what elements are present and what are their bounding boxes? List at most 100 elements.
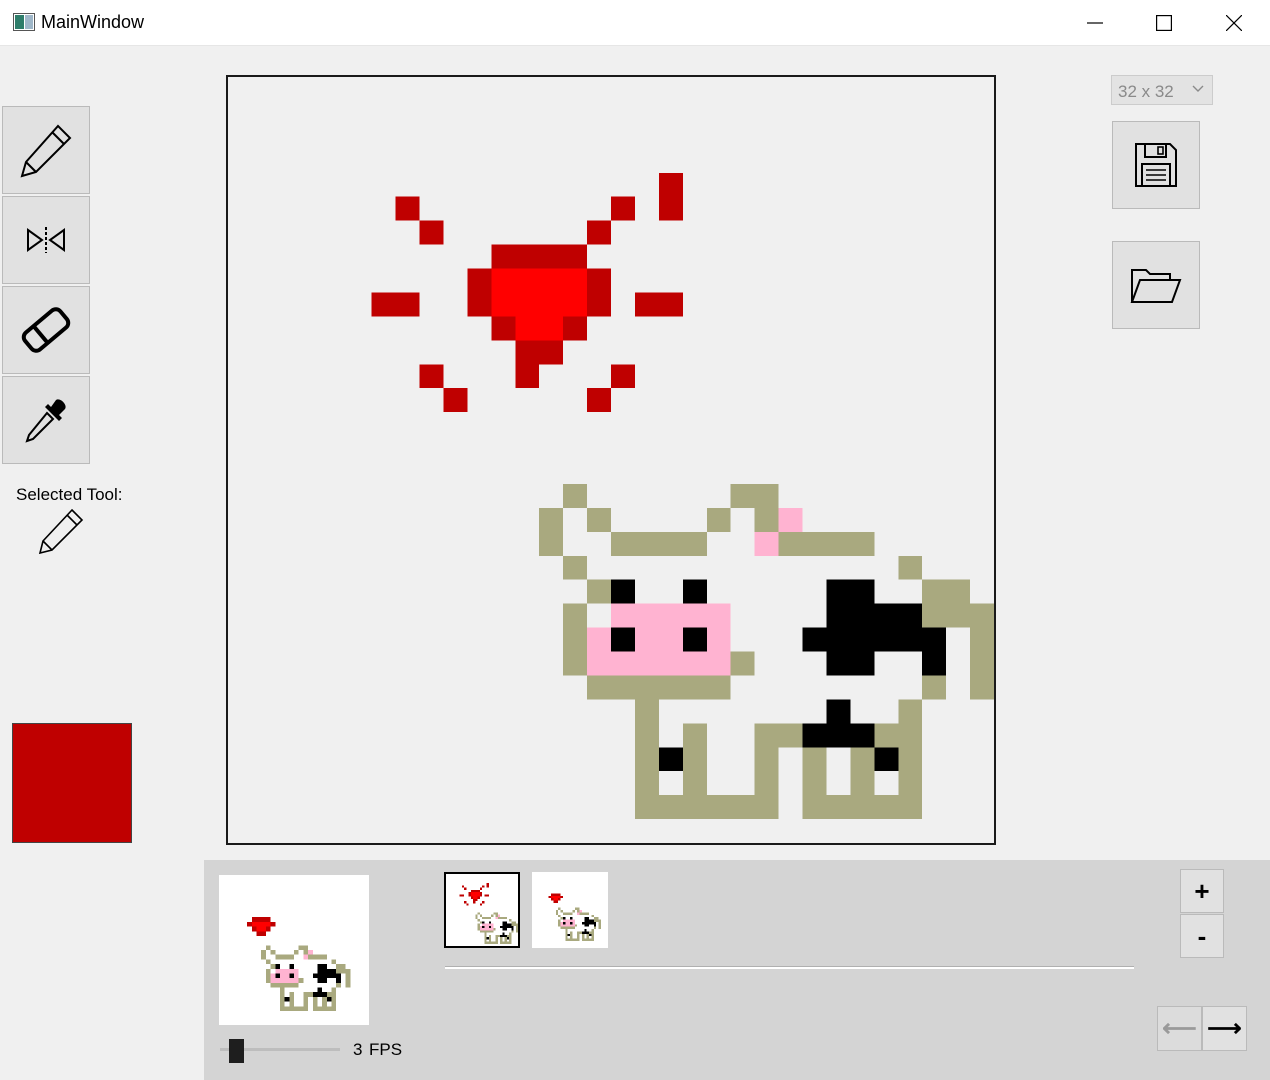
mirror-tool-button[interactable] <box>2 196 90 284</box>
pixel <box>922 651 947 676</box>
eyedropper-tool-button[interactable] <box>2 376 90 464</box>
pencil-tool-button[interactable] <box>2 106 90 194</box>
pixel <box>495 916 498 919</box>
canvas-size-dropdown[interactable]: 32 x 32 <box>1111 75 1213 105</box>
remove-frame-button[interactable]: - <box>1180 914 1224 958</box>
frame-thumbnail[interactable] <box>532 872 608 948</box>
fps-unit: FPS <box>369 1040 403 1059</box>
pixel <box>579 912 589 915</box>
pixel <box>563 651 588 676</box>
pixel <box>251 926 257 932</box>
maximize-button[interactable] <box>1129 0 1199 45</box>
pixel <box>493 928 496 931</box>
pixel <box>577 936 580 939</box>
pixel <box>558 907 561 910</box>
pixel <box>574 907 580 910</box>
pixel <box>275 954 294 960</box>
pixel <box>581 921 585 925</box>
pixel <box>778 531 875 556</box>
minimize-button[interactable] <box>1060 0 1130 45</box>
pixel <box>470 892 480 895</box>
pixel <box>482 916 491 919</box>
pixel <box>558 914 561 918</box>
pixel <box>279 973 290 979</box>
fps-slider-thumb[interactable] <box>229 1039 244 1063</box>
pixel <box>491 244 540 269</box>
pixel <box>509 937 512 940</box>
drawing-canvas[interactable] <box>226 75 996 845</box>
pixel-canvas[interactable] <box>228 77 994 843</box>
pixel <box>565 933 568 937</box>
pixel <box>898 771 923 796</box>
pixel <box>591 936 594 939</box>
pixel <box>826 699 851 724</box>
pixel <box>261 917 271 922</box>
pixel <box>970 627 994 652</box>
pixel <box>477 925 480 928</box>
pixel <box>593 924 597 927</box>
pixel <box>473 896 478 899</box>
close-button[interactable] <box>1199 0 1269 45</box>
eraser-tool-button[interactable] <box>2 286 90 374</box>
pixel <box>419 220 444 245</box>
pixel <box>497 914 500 917</box>
pixel <box>251 921 271 927</box>
pixel <box>584 921 594 925</box>
animation-preview <box>219 875 369 1025</box>
pixel <box>754 531 779 556</box>
pixel <box>308 954 327 960</box>
pixel <box>470 889 476 892</box>
pixel <box>475 889 480 892</box>
open-button[interactable] <box>1112 241 1200 329</box>
pixel <box>611 364 635 389</box>
save-button[interactable] <box>1112 121 1200 209</box>
pixel <box>730 651 755 676</box>
pixel <box>303 996 309 1002</box>
pixel <box>331 992 337 997</box>
pixel <box>506 937 509 940</box>
pixel <box>502 921 507 924</box>
pixel <box>515 340 540 365</box>
pixel <box>598 919 601 922</box>
pixel <box>317 968 337 974</box>
pixel <box>486 883 489 888</box>
pixel <box>611 579 635 604</box>
pixel <box>587 675 731 700</box>
eyedropper-icon <box>25 399 66 443</box>
pixel <box>581 936 585 939</box>
pixel <box>470 894 480 897</box>
pixel <box>539 244 588 269</box>
next-frame-button[interactable]: ⟶ <box>1202 1006 1247 1051</box>
pixel <box>970 675 994 700</box>
pixel <box>634 627 683 652</box>
pixel <box>322 1001 327 1007</box>
pixel <box>553 898 559 901</box>
pixel <box>468 894 471 897</box>
pixel <box>479 928 494 931</box>
pixel <box>331 1001 337 1007</box>
pixel <box>593 919 597 922</box>
pixel <box>466 903 469 906</box>
pixel <box>251 917 262 922</box>
pixel <box>479 894 482 897</box>
pixel <box>560 921 563 925</box>
add-frame-button[interactable]: + <box>1180 869 1224 913</box>
pixel <box>303 950 309 955</box>
pixel <box>898 723 923 748</box>
pixel <box>682 747 707 772</box>
pixel <box>658 747 683 772</box>
frames-scrollbar[interactable] <box>445 966 1134 969</box>
frame-thumbnail[interactable] <box>444 872 520 948</box>
pixel <box>634 795 779 820</box>
previous-frame-button[interactable]: ⟵ <box>1157 1006 1202 1051</box>
maximize-icon <box>1156 14 1172 31</box>
pixel <box>482 885 485 888</box>
pixel <box>584 919 594 922</box>
pixel <box>270 950 276 955</box>
pixel <box>826 627 923 652</box>
pixel <box>587 627 611 652</box>
pixel <box>475 898 478 901</box>
current-color-swatch[interactable] <box>12 723 132 843</box>
pixel <box>303 1001 309 1007</box>
pixel <box>563 603 588 628</box>
